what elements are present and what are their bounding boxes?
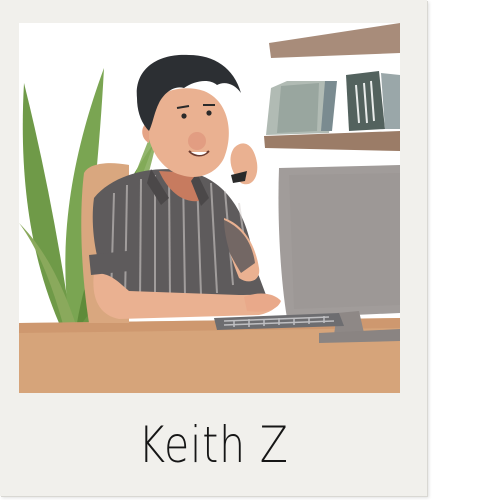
polaroid-frame: Keith Z xyxy=(0,0,427,496)
caption-name: Keith Z xyxy=(138,416,289,474)
illustration-canvas xyxy=(19,23,400,393)
illustration xyxy=(19,23,400,393)
stage: Keith Z xyxy=(0,0,500,500)
book-icon xyxy=(266,71,400,135)
upper-shelf xyxy=(269,23,400,58)
